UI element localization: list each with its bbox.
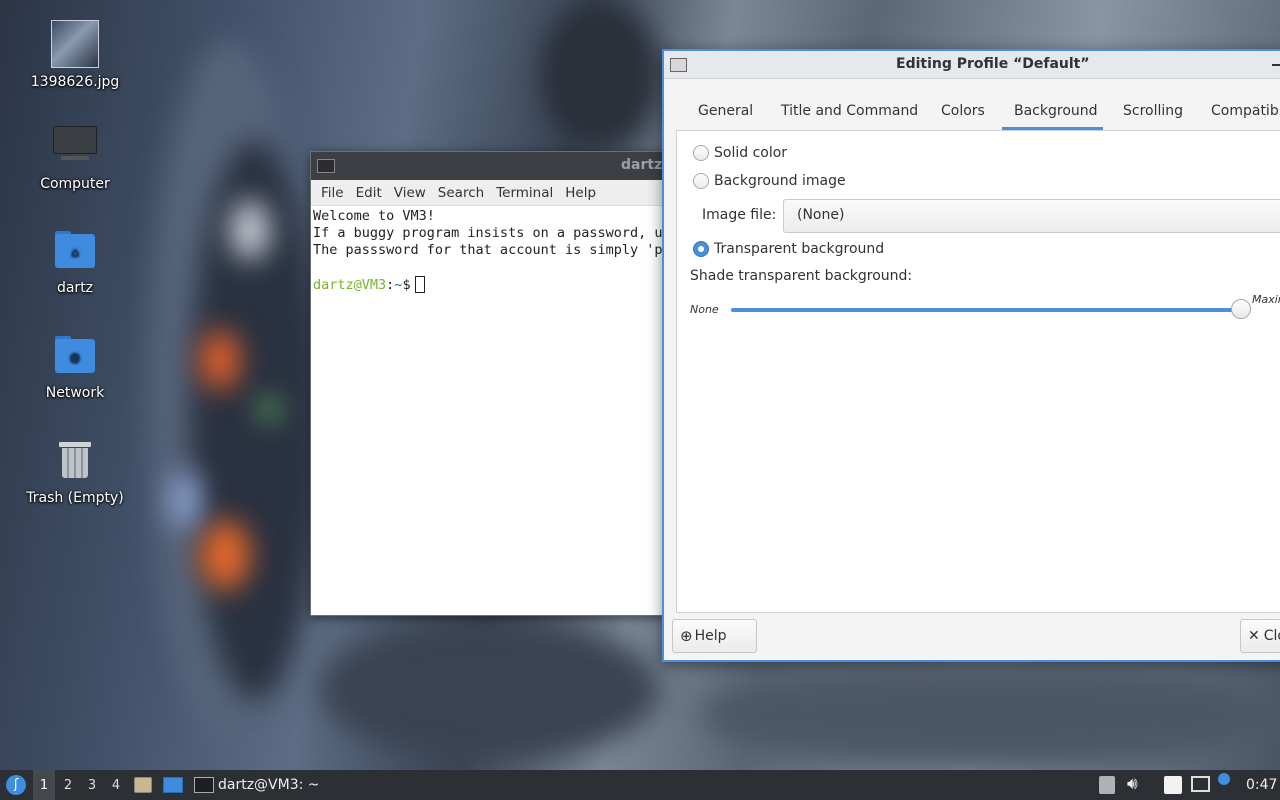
network-folder-icon: ◍ [51,331,99,379]
volume-icon[interactable]: 🔊︎ [1127,774,1138,794]
prompt-symbol: $ [402,277,411,293]
image-file-icon [51,20,99,68]
transparent-background-label: Transparent background [714,241,885,257]
active-tab-indicator [1002,127,1103,130]
desktop-icon-label: Network [45,385,105,401]
app-menu-button[interactable]: ʃ [4,770,28,800]
tab-colors[interactable]: Colors [941,103,985,119]
solid-color-option[interactable]: Solid color [693,145,787,161]
tab-title-and-command[interactable]: Title and Command [781,103,918,119]
desktop-icon-label: Trash (Empty) [26,490,124,506]
tab-general[interactable]: General [698,103,753,119]
shade-min-label: None [690,303,719,316]
shade-slider-handle[interactable] [1231,299,1251,319]
dialog-titlebar[interactable]: Editing Profile “Default” [664,51,1280,79]
menu-terminal[interactable]: Terminal [490,185,559,201]
terminal-line: Welcome to VM3! [313,208,435,224]
terminal-titlebar[interactable]: dartz@VM3: ~ [311,152,669,180]
network-icon[interactable] [1191,776,1210,792]
tab-background[interactable]: Background [1014,103,1098,119]
terminal-prompt: dartz@VM3:~$ [313,276,667,294]
solid-color-label: Solid color [714,145,788,161]
minimize-icon[interactable] [1272,64,1280,66]
menu-help[interactable]: Help [559,185,602,201]
workspace-4[interactable]: 4 [105,770,127,800]
help-icon: ⊕ [680,627,693,645]
shade-label: Shade transparent background: [690,268,913,284]
close-button[interactable]: ✕ Close [1240,619,1280,653]
profile-dialog[interactable]: Editing Profile “Default” General Title … [662,49,1280,662]
solid-color-radio[interactable] [693,145,709,161]
dialog-title: Editing Profile “Default” [896,56,1090,72]
task-terminal-label: dartz@VM3: ~ [218,777,320,793]
desktop-icon-home[interactable]: ⌂ dartz [10,226,140,296]
file-manager-launcher[interactable] [134,770,152,800]
desktop-icon-network[interactable]: ◍ Network [10,331,140,401]
tab-scrolling[interactable]: Scrolling [1123,103,1183,119]
eject-icon[interactable] [1099,776,1115,794]
home-folder-icon: ⌂ [51,226,99,274]
show-desktop-button[interactable] [163,770,183,800]
image-file-label: Image file: [702,207,777,223]
shade-slider-track[interactable] [731,308,1241,312]
taskbar: ʃ 1 2 3 4 dartz@VM3: ~ 🔊︎ 0:47 [0,770,1280,800]
transparent-background-option[interactable]: Transparent background [693,241,884,257]
trash-icon [51,436,99,484]
background-image-radio[interactable] [693,173,709,189]
terminal-task-icon [194,777,214,793]
background-image-option[interactable]: Background image [693,173,846,189]
close-button-label: Close [1263,628,1280,644]
desktop-icon-label: Computer [40,176,110,192]
terminal-output[interactable]: Welcome to VM3! If a buggy program insist… [311,206,669,296]
shade-max-label: Maximum [1252,293,1280,306]
prompt-user: dartz@VM3 [313,277,387,293]
help-button-label: Help [694,628,727,644]
terminal-window-icon [317,159,335,173]
app-menu-icon: ʃ [6,775,26,795]
task-terminal[interactable]: dartz@VM3: ~ [194,770,320,800]
desktop-icon-label: 1398626.jpg [30,74,120,90]
desktop-icon-trash[interactable]: Trash (Empty) [10,436,140,506]
desktop-icon-computer[interactable]: Computer [10,122,140,192]
desktop-icon-label: dartz [56,280,94,296]
desktop-icon-image[interactable]: 1398626.jpg [10,20,140,90]
background-image-label: Background image [714,173,846,189]
help-button[interactable]: ⊕ Help [672,619,757,653]
clock[interactable]: 0:47 [1246,770,1277,800]
menu-search[interactable]: Search [432,185,490,201]
image-file-chooser[interactable]: (None) [783,199,1280,233]
terminal-menubar: File Edit View Search Terminal Help [311,180,669,206]
dialog-window-icon [670,58,687,72]
terminal-line: The passsword for that account is simply… [313,242,669,258]
workspace-3[interactable]: 3 [81,770,103,800]
workspace-1[interactable]: 1 [33,770,55,800]
notification-icon[interactable] [1218,773,1230,785]
tab-compatibility[interactable]: Compatibility [1211,103,1280,119]
background-panel: Solid color Background image Image file:… [676,131,1280,613]
terminal-window[interactable]: dartz@VM3: ~ File Edit View Search Termi… [310,151,670,616]
computer-icon [51,122,99,170]
text-cursor [414,276,425,293]
terminal-line: If a buggy program insists on a password… [313,225,669,241]
menu-file[interactable]: File [315,185,350,201]
transparent-background-radio[interactable] [693,241,709,257]
clipboard-icon[interactable] [1164,776,1182,794]
workspace-2[interactable]: 2 [57,770,79,800]
profile-tabs: General Title and Command Colors Backgro… [676,91,1280,131]
file-manager-icon [134,777,152,793]
close-icon: ✕ [1248,628,1260,644]
desktop-icon [163,777,183,793]
menu-edit[interactable]: Edit [350,185,388,201]
menu-view[interactable]: View [388,185,432,201]
